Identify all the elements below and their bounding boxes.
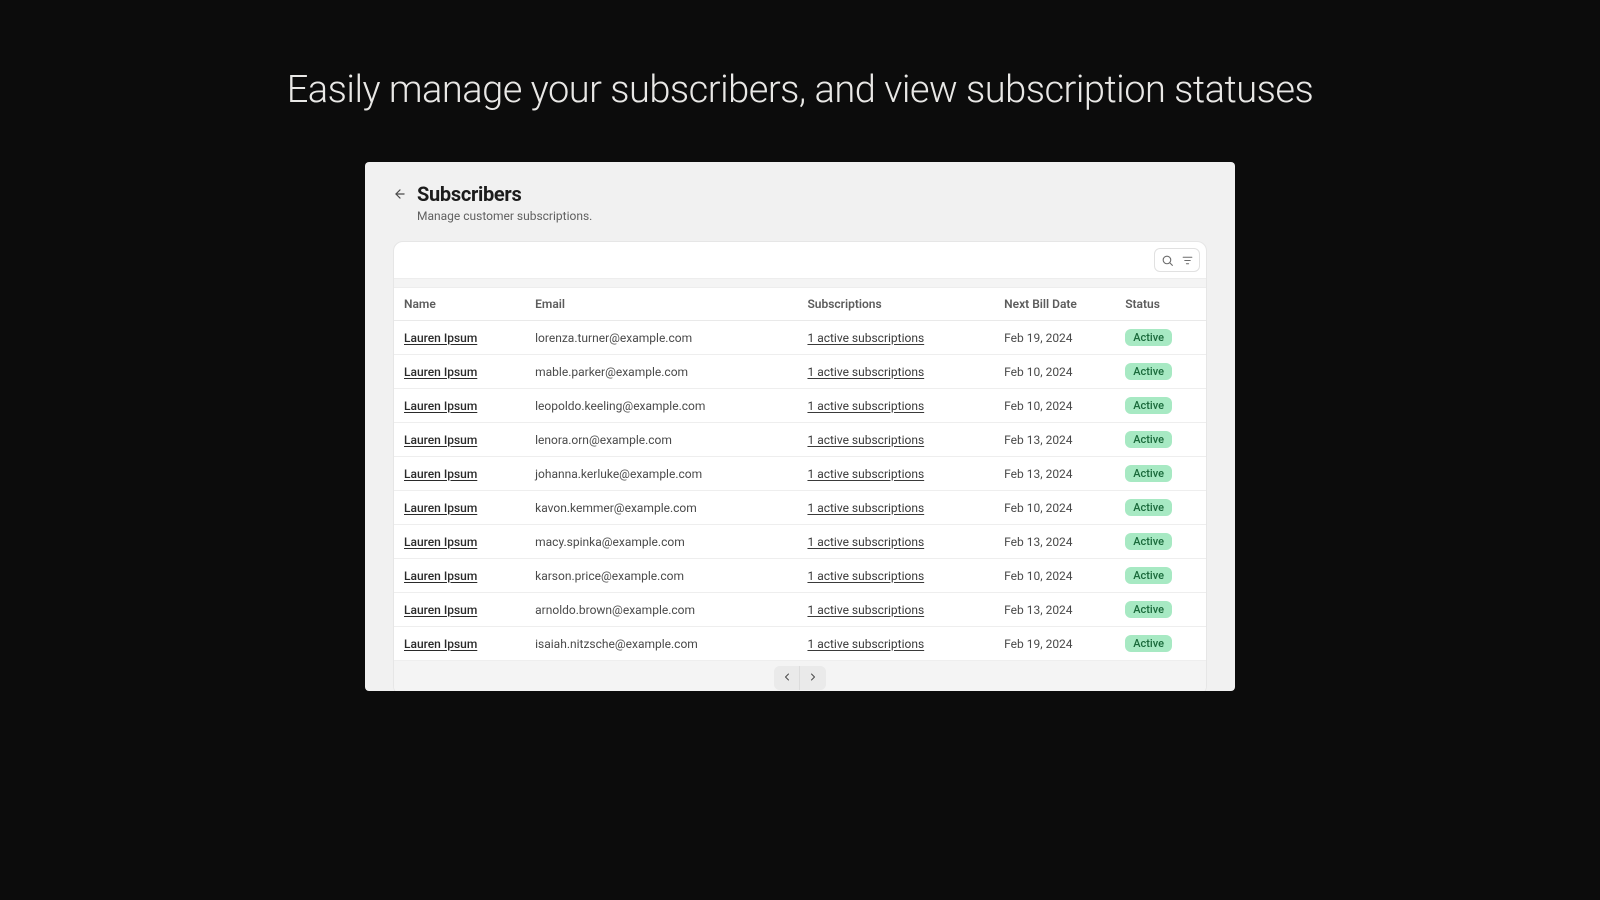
subscriber-name-link[interactable]: Lauren Ipsum bbox=[404, 535, 477, 549]
table-footer bbox=[394, 661, 1206, 691]
table-row: Lauren Ipsum karson.price@example.com 1 ac… bbox=[394, 559, 1206, 593]
subscriptions-link[interactable]: 1 active subscriptions bbox=[807, 467, 924, 481]
pager-prev-button[interactable] bbox=[774, 666, 800, 690]
hero-headline: Easily manage your subscribers, and view… bbox=[0, 0, 1600, 112]
col-header-status[interactable]: Status bbox=[1115, 288, 1206, 321]
subscriber-email: isaiah.nitzsche@example.com bbox=[525, 627, 797, 661]
subscribers-panel: Name Email Subscriptions Next Bill Date … bbox=[393, 241, 1207, 691]
subscribers-table: Name Email Subscriptions Next Bill Date … bbox=[394, 288, 1206, 661]
subscriptions-link[interactable]: 1 active subscriptions bbox=[807, 365, 924, 379]
chevron-right-icon bbox=[807, 671, 819, 686]
subscriptions-link[interactable]: 1 active subscriptions bbox=[807, 433, 924, 447]
next-bill-date: Feb 10, 2024 bbox=[994, 389, 1115, 423]
col-header-email[interactable]: Email bbox=[525, 288, 797, 321]
subscriptions-link[interactable]: 1 active subscriptions bbox=[807, 399, 924, 413]
subscriber-email: kavon.kemmer@example.com bbox=[525, 491, 797, 525]
status-badge: Active bbox=[1125, 635, 1172, 652]
subscriber-email: karson.price@example.com bbox=[525, 559, 797, 593]
col-header-name[interactable]: Name bbox=[394, 288, 525, 321]
subscriber-email: arnoldo.brown@example.com bbox=[525, 593, 797, 627]
table-row: Lauren Ipsum macy.spinka@example.com 1 act… bbox=[394, 525, 1206, 559]
subscriptions-link[interactable]: 1 active subscriptions bbox=[807, 331, 924, 345]
subscriptions-link[interactable]: 1 active subscriptions bbox=[807, 603, 924, 617]
status-badge: Active bbox=[1125, 431, 1172, 448]
toolbar-divider bbox=[394, 278, 1206, 288]
status-badge: Active bbox=[1125, 363, 1172, 380]
pager-next-button[interactable] bbox=[800, 666, 826, 690]
subscriber-email: mable.parker@example.com bbox=[525, 355, 797, 389]
status-badge: Active bbox=[1125, 533, 1172, 550]
table-row: Lauren Ipsum arnoldo.brown@example.com 1 a… bbox=[394, 593, 1206, 627]
status-badge: Active bbox=[1125, 567, 1172, 584]
table-row: Lauren Ipsum mable.parker@example.com 1 ac… bbox=[394, 355, 1206, 389]
table-row: Lauren Ipsum kavon.kemmer@example.com 1 ac… bbox=[394, 491, 1206, 525]
page-header: Subscribers Manage customer subscription… bbox=[365, 172, 1235, 223]
subscriptions-link[interactable]: 1 active subscriptions bbox=[807, 501, 924, 515]
next-bill-date: Feb 13, 2024 bbox=[994, 423, 1115, 457]
subscriber-name-link[interactable]: Lauren Ipsum bbox=[404, 365, 477, 379]
table-row: Lauren Ipsum isaiah.nitzsche@example.com 1… bbox=[394, 627, 1206, 661]
back-arrow-icon[interactable] bbox=[393, 187, 407, 201]
subscriber-email: lorenza.turner@example.com bbox=[525, 321, 797, 355]
page-title: Subscribers bbox=[417, 182, 592, 206]
page-subtitle: Manage customer subscriptions. bbox=[417, 209, 592, 223]
next-bill-date: Feb 10, 2024 bbox=[994, 491, 1115, 525]
status-badge: Active bbox=[1125, 397, 1172, 414]
panel-toolbar bbox=[394, 242, 1206, 278]
next-bill-date: Feb 10, 2024 bbox=[994, 559, 1115, 593]
col-header-subscriptions[interactable]: Subscriptions bbox=[797, 288, 994, 321]
subscriptions-link[interactable]: 1 active subscriptions bbox=[807, 535, 924, 549]
next-bill-date: Feb 13, 2024 bbox=[994, 593, 1115, 627]
subscriptions-link[interactable]: 1 active subscriptions bbox=[807, 569, 924, 583]
subscriber-email: leopoldo.keeling@example.com bbox=[525, 389, 797, 423]
next-bill-date: Feb 19, 2024 bbox=[994, 627, 1115, 661]
subscriber-name-link[interactable]: Lauren Ipsum bbox=[404, 603, 477, 617]
subscriber-name-link[interactable]: Lauren Ipsum bbox=[404, 331, 477, 345]
filter-icon[interactable] bbox=[1177, 250, 1197, 270]
subscriber-name-link[interactable]: Lauren Ipsum bbox=[404, 399, 477, 413]
col-header-next-bill[interactable]: Next Bill Date bbox=[994, 288, 1115, 321]
status-badge: Active bbox=[1125, 329, 1172, 346]
status-badge: Active bbox=[1125, 601, 1172, 618]
app-window: Subscribers Manage customer subscription… bbox=[365, 162, 1235, 691]
next-bill-date: Feb 13, 2024 bbox=[994, 457, 1115, 491]
subscriber-name-link[interactable]: Lauren Ipsum bbox=[404, 569, 477, 583]
subscriber-name-link[interactable]: Lauren Ipsum bbox=[404, 467, 477, 481]
subscriber-name-link[interactable]: Lauren Ipsum bbox=[404, 433, 477, 447]
next-bill-date: Feb 13, 2024 bbox=[994, 525, 1115, 559]
next-bill-date: Feb 10, 2024 bbox=[994, 355, 1115, 389]
subscriptions-link[interactable]: 1 active subscriptions bbox=[807, 637, 924, 651]
table-row: Lauren Ipsum leopoldo.keeling@example.com… bbox=[394, 389, 1206, 423]
table-row: Lauren Ipsum johanna.kerluke@example.com 1… bbox=[394, 457, 1206, 491]
status-badge: Active bbox=[1125, 499, 1172, 516]
subscriber-email: johanna.kerluke@example.com bbox=[525, 457, 797, 491]
chevron-left-icon bbox=[781, 671, 793, 686]
status-badge: Active bbox=[1125, 465, 1172, 482]
table-row: Lauren Ipsum lorenza.turner@example.com 1 … bbox=[394, 321, 1206, 355]
table-row: Lauren Ipsum lenora.orn@example.com 1 acti… bbox=[394, 423, 1206, 457]
subscriber-email: macy.spinka@example.com bbox=[525, 525, 797, 559]
search-icon[interactable] bbox=[1157, 250, 1177, 270]
subscriber-name-link[interactable]: Lauren Ipsum bbox=[404, 501, 477, 515]
next-bill-date: Feb 19, 2024 bbox=[994, 321, 1115, 355]
pager bbox=[774, 666, 826, 690]
table-tools bbox=[1154, 248, 1200, 272]
subscriber-email: lenora.orn@example.com bbox=[525, 423, 797, 457]
subscriber-name-link[interactable]: Lauren Ipsum bbox=[404, 637, 477, 651]
